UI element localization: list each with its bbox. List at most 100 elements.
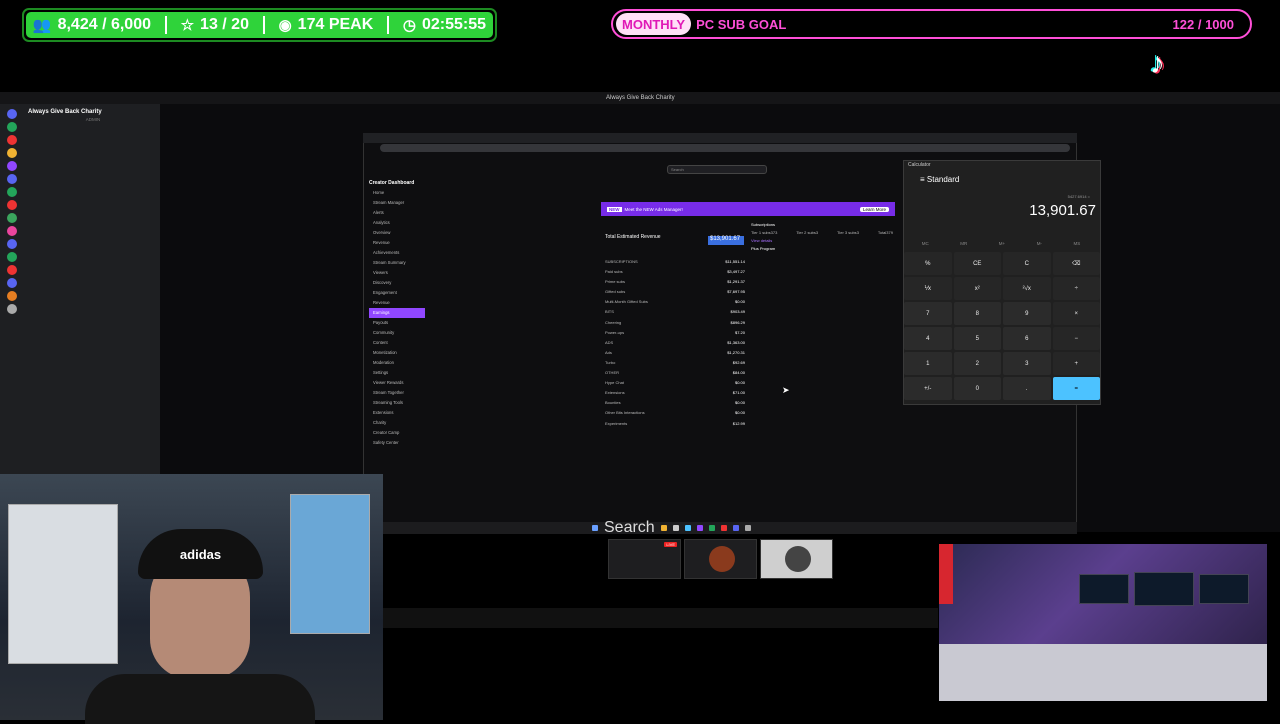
memory-button[interactable]: M- — [1037, 241, 1042, 246]
scene-thumb[interactable] — [684, 539, 757, 579]
menu-icon[interactable]: ≡ — [920, 175, 927, 184]
app-icon[interactable] — [744, 525, 751, 531]
app-icon[interactable] — [660, 525, 667, 531]
calc-key[interactable]: + — [1052, 352, 1100, 375]
revenue-row-value: $1,363.00 — [727, 339, 745, 345]
server-icon[interactable] — [7, 187, 17, 197]
dashboard-nav-item[interactable]: Viewers — [369, 268, 425, 278]
server-icon[interactable] — [7, 239, 17, 249]
server-icon[interactable] — [7, 161, 17, 171]
calc-key[interactable]: ÷ — [1052, 277, 1100, 300]
dashboard-search-input[interactable]: Search — [667, 165, 767, 174]
calc-key[interactable]: ²√x — [1003, 277, 1051, 300]
dashboard-nav-item[interactable]: Monetization — [369, 348, 425, 358]
dashboard-nav-item[interactable]: Discovery — [369, 278, 425, 288]
server-icon[interactable] — [7, 109, 17, 119]
memory-button[interactable]: MR — [960, 241, 967, 246]
calc-key[interactable]: 0 — [953, 377, 1001, 400]
dashboard-nav-item[interactable]: Engagement — [369, 288, 425, 298]
dashboard-nav-item[interactable]: Viewer Rewards — [369, 378, 425, 388]
calc-key[interactable]: 5 — [953, 327, 1001, 350]
address-bar[interactable] — [380, 144, 1070, 152]
dashboard-nav-item[interactable]: Streaming Tools — [369, 398, 425, 408]
server-icon[interactable] — [7, 226, 17, 236]
dashboard-nav-item[interactable]: Community — [369, 328, 425, 338]
server-icon[interactable] — [7, 174, 17, 184]
server-icon[interactable] — [7, 252, 17, 262]
app-icon[interactable] — [696, 525, 703, 531]
calc-key[interactable]: % — [904, 252, 952, 275]
calc-key[interactable]: 1 — [904, 352, 952, 375]
dashboard-nav-item[interactable]: Stream Manager — [369, 198, 425, 208]
start-icon[interactable] — [592, 525, 598, 531]
dashboard-nav-item[interactable]: Moderation — [369, 358, 425, 368]
server-icon[interactable] — [7, 135, 17, 145]
dashboard-nav-item[interactable]: Stream Together — [369, 388, 425, 398]
dashboard-nav-item[interactable]: Safety Center — [369, 438, 425, 448]
calc-key[interactable]: 8 — [953, 302, 1001, 325]
calc-key[interactable]: − — [1052, 327, 1100, 350]
bottom-strip — [383, 608, 938, 628]
memory-button[interactable]: M+ — [999, 241, 1005, 246]
calc-key[interactable]: 4 — [904, 327, 952, 350]
app-icon[interactable] — [720, 525, 727, 531]
app-icon[interactable] — [708, 525, 715, 531]
dashboard-nav-item[interactable]: Revenue — [369, 298, 425, 308]
dashboard-nav-item[interactable]: Payouts — [369, 318, 425, 328]
subs-title: Subscriptions — [751, 222, 776, 227]
dashboard-nav-item[interactable]: Settings — [369, 368, 425, 378]
dashboard-nav-item[interactable]: Alerts — [369, 208, 425, 218]
calc-key[interactable]: x² — [953, 277, 1001, 300]
learn-more-button[interactable]: Learn More — [859, 206, 889, 212]
calculator-mode[interactable]: ≡ Standard — [920, 175, 959, 184]
app-icon[interactable] — [732, 525, 739, 531]
dashboard-nav-item[interactable]: Stream Summary — [369, 258, 425, 268]
server-icon[interactable] — [7, 200, 17, 210]
calc-key[interactable]: C — [1003, 252, 1051, 275]
server-icon[interactable] — [7, 291, 17, 301]
dashboard-nav-item[interactable]: Home — [369, 188, 425, 198]
calc-key[interactable]: 3 — [1003, 352, 1051, 375]
dashboard-nav-item[interactable]: Charity — [369, 418, 425, 428]
taskbar-search[interactable]: Search — [604, 519, 655, 537]
server-icon[interactable] — [7, 265, 17, 275]
server-name[interactable]: Always Give Back Charity — [28, 108, 158, 116]
calc-key[interactable]: 2 — [953, 352, 1001, 375]
scene-thumb-selected[interactable] — [760, 539, 833, 579]
dashboard-nav-item[interactable]: Analytics — [369, 218, 425, 228]
dashboard-nav-item[interactable]: Revenue — [369, 238, 425, 248]
tiktok-logo-icon: ♪ — [1150, 47, 1165, 80]
calc-key[interactable]: +/- — [904, 377, 952, 400]
server-icon[interactable] — [7, 213, 17, 223]
dashboard-nav-item[interactable]: Extensions — [369, 408, 425, 418]
calc-key[interactable]: . — [1003, 377, 1051, 400]
calc-key[interactable]: ⅟x — [904, 277, 952, 300]
memory-button[interactable]: MS — [1073, 241, 1080, 246]
app-icon[interactable] — [684, 525, 691, 531]
server-icon[interactable] — [7, 148, 17, 158]
calc-key[interactable]: 6 — [1003, 327, 1051, 350]
dashboard-nav-item[interactable]: Achievements — [369, 248, 425, 258]
server-icon[interactable] — [7, 278, 17, 288]
calc-key[interactable]: 7 — [904, 302, 952, 325]
view-details-link[interactable]: View details — [751, 238, 772, 246]
server-icon[interactable] — [7, 122, 17, 132]
dashboard-nav-item[interactable]: Overview — [369, 228, 425, 238]
calc-key[interactable]: CE — [953, 252, 1001, 275]
server-icon[interactable] — [7, 304, 17, 314]
scene-thumb[interactable]: LIVE — [608, 539, 681, 579]
discord-server-list[interactable] — [3, 106, 21, 317]
dashboard-nav-item[interactable]: Creator Camp — [369, 428, 425, 438]
calc-key[interactable]: ⌫ — [1052, 252, 1100, 275]
calc-key[interactable]: × — [1052, 302, 1100, 325]
equals-button[interactable]: = — [1052, 377, 1100, 400]
dashboard-nav-item[interactable]: Content — [369, 338, 425, 348]
revenue-row-value: $12.99 — [732, 420, 745, 426]
browser-tab-strip[interactable] — [363, 133, 1077, 143]
channel-category[interactable]: ADMIN — [28, 116, 158, 124]
app-icon[interactable] — [672, 525, 679, 531]
calc-key[interactable]: 9 — [1003, 302, 1051, 325]
dashboard-nav-item[interactable]: Earnings — [369, 308, 425, 318]
memory-button[interactable]: MC — [922, 241, 929, 246]
revenue-row-value: $896.29 — [730, 319, 745, 325]
